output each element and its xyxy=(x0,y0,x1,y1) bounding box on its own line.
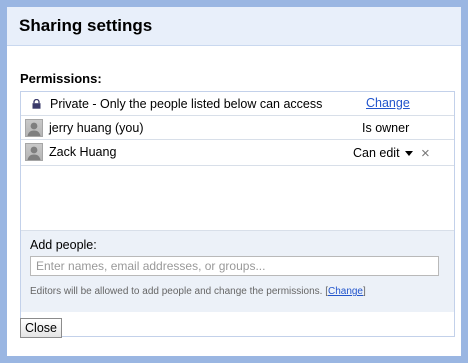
change-visibility-link[interactable]: Change xyxy=(366,96,410,110)
sharing-settings-dialog: Sharing settings Permissions: Private - … xyxy=(0,0,468,363)
add-people-label: Add people: xyxy=(30,238,97,252)
lock-icon xyxy=(32,99,41,109)
editor-permission-hint: Editors will be allowed to add people an… xyxy=(30,286,366,297)
person-name: jerry huang (you) xyxy=(49,121,144,135)
dialog-title: Sharing settings xyxy=(19,16,153,35)
permissions-label: Permissions: xyxy=(20,71,102,86)
avatar xyxy=(25,119,43,137)
avatar xyxy=(25,143,43,161)
permission-row: Zack Huang Can edit × xyxy=(21,140,454,166)
change-editor-permission-link[interactable]: Change xyxy=(328,286,363,297)
visibility-row: Private - Only the people listed below c… xyxy=(21,92,454,116)
add-people-panel: Add people: Editors will be allowed to a… xyxy=(21,230,454,312)
close-button[interactable]: Close xyxy=(20,318,62,338)
visibility-text: Private - Only the people listed below c… xyxy=(50,97,323,111)
hint-text: Editors will be allowed to add people an… xyxy=(30,286,323,297)
dialog-titlebar: Sharing settings xyxy=(7,7,461,46)
add-people-input[interactable] xyxy=(30,256,439,276)
chevron-down-icon xyxy=(404,151,413,157)
hint-bracket: ] xyxy=(363,286,366,297)
role-dropdown-label: Can edit xyxy=(353,146,400,160)
person-name: Zack Huang xyxy=(49,145,117,159)
permission-row: jerry huang (you) Is owner xyxy=(21,116,454,140)
remove-person-icon[interactable]: × xyxy=(421,146,430,161)
permissions-list: Private - Only the people listed below c… xyxy=(20,91,455,337)
role-dropdown[interactable]: Can edit xyxy=(353,146,413,160)
person-role: Is owner xyxy=(362,121,410,135)
